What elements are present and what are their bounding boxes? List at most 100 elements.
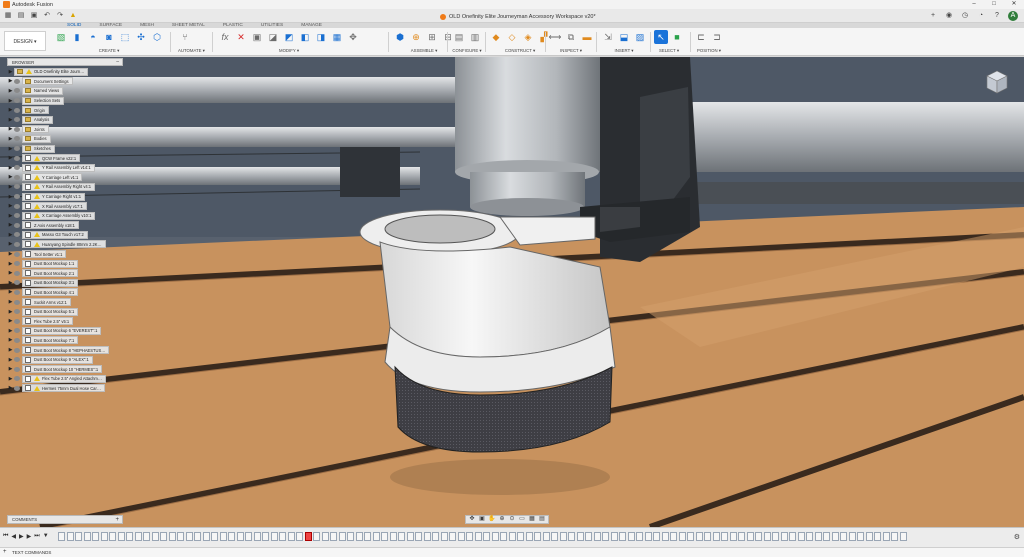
visibility-icon[interactable] <box>14 107 20 113</box>
timeline-settings-icon[interactable]: ⚙ <box>1014 533 1020 541</box>
visibility-icon[interactable] <box>14 357 20 363</box>
timeline-feature-icon[interactable] <box>670 532 677 541</box>
browser-item[interactable]: ▶ Hermes 75mm Dual Hose Car… <box>7 384 123 394</box>
help-icon[interactable]: ? <box>992 11 1002 21</box>
timeline-feature-icon[interactable] <box>194 532 201 541</box>
timeline-feature-icon[interactable] <box>848 532 856 541</box>
expand-arrow-icon[interactable]: ▶ <box>7 241 14 247</box>
timeline-feature-icon[interactable] <box>483 532 490 541</box>
warning-icon[interactable]: ▲ <box>68 11 78 21</box>
timeline-feature-icon[interactable] <box>517 532 524 541</box>
interference-icon[interactable]: ⧉ <box>564 30 578 44</box>
expand-arrow-icon[interactable]: ▶ <box>7 357 14 363</box>
timeline-feature-icon[interactable] <box>746 532 754 541</box>
timeline-feature-icon[interactable] <box>602 532 609 541</box>
timeline-feature-icon[interactable] <box>262 532 269 541</box>
zoom-icon[interactable]: ⊕ <box>498 516 506 523</box>
visibility-icon[interactable] <box>14 251 20 257</box>
timeline-feature-icon[interactable] <box>500 532 507 541</box>
insert-canvas-icon[interactable]: ▨ <box>633 30 647 44</box>
expand-arrow-icon[interactable]: ▶ <box>7 165 14 171</box>
visibility-icon[interactable] <box>14 165 20 171</box>
timeline-feature-icon[interactable] <box>58 532 65 541</box>
automate-menu[interactable]: AUTOMATE ▾ <box>178 48 205 54</box>
timeline-feature-icon[interactable] <box>440 532 448 541</box>
timeline-feature-icon[interactable] <box>899 532 907 541</box>
timeline-feature-icon[interactable] <box>321 532 329 541</box>
timeline-feature-icon[interactable] <box>66 532 74 541</box>
visibility-icon[interactable] <box>14 385 20 391</box>
browser-item[interactable]: ▶ X Carriage Assembly v10:1 <box>7 211 123 221</box>
timeline-feature-icon[interactable] <box>347 532 354 541</box>
timeline-feature-icon[interactable] <box>789 532 796 541</box>
visibility-icon[interactable] <box>14 328 20 334</box>
visibility-icon[interactable] <box>14 289 20 295</box>
timeline-feature-icon[interactable] <box>338 532 346 541</box>
visibility-icon[interactable] <box>14 136 20 142</box>
expand-arrow-icon[interactable]: ▶ <box>7 251 14 257</box>
browser-item[interactable]: ▶ Dust Boot Mockup 4:1 <box>7 288 123 298</box>
construct-menu[interactable]: CONSTRUCT ▾ <box>489 48 551 54</box>
position-menu[interactable]: POSITION ▾ <box>694 48 724 54</box>
browser-item[interactable]: ▶ Dust Boot Mockup 3:1 <box>7 278 123 288</box>
timeline-feature-icon[interactable] <box>491 532 499 541</box>
timeline-feature-icon[interactable] <box>245 532 252 541</box>
timeline-feature-icon[interactable] <box>653 532 660 541</box>
timeline-feature-icon[interactable] <box>177 532 184 541</box>
automate-icon[interactable]: ⑂ <box>178 30 192 44</box>
timeline-feature-icon[interactable] <box>508 532 516 541</box>
timeline-feature-icon[interactable] <box>457 532 465 541</box>
expand-arrow-icon[interactable]: ▶ <box>7 136 14 142</box>
browser-item[interactable]: ▶ Y Rail Assembly Right v4:1 <box>7 182 123 192</box>
browser-item[interactable]: ▶ Y Rail Assembly Left v14:1 <box>7 163 123 173</box>
browser-item[interactable]: ▶ Flex Tube 2.5" v5:1 <box>7 316 123 326</box>
timeline-feature-icon[interactable] <box>109 532 116 541</box>
expand-arrow-icon[interactable]: ▶ <box>7 78 14 84</box>
document-tab[interactable]: OLD Onefinity Elite Journeyman Accessory… <box>440 11 596 23</box>
expand-arrow-icon[interactable]: ▶ <box>7 366 14 372</box>
go-to-start-icon[interactable]: ⏮ <box>3 533 8 540</box>
timeline-feature-icon[interactable] <box>466 532 473 541</box>
timeline-feature-icon[interactable] <box>576 532 584 541</box>
timeline-feature-icon[interactable] <box>704 532 711 541</box>
browser-item[interactable]: ▶ QCW Frame v22:1 <box>7 153 123 163</box>
timeline-feature-icon[interactable] <box>806 532 813 541</box>
pan-icon[interactable]: ✋ <box>488 516 496 523</box>
timeline-feature-icon[interactable] <box>585 532 592 541</box>
browser-item[interactable]: ▶ Document Settings <box>7 77 123 87</box>
timeline-feature-icon[interactable] <box>406 532 414 541</box>
browser-item[interactable]: ▶ Huanyang Spindle 80mm 2.2K… <box>7 240 123 250</box>
close-icon[interactable]: ✕ <box>1004 0 1024 9</box>
timeline-feature-icon[interactable] <box>296 532 303 541</box>
visibility-icon[interactable] <box>14 318 20 324</box>
timeline-feature-icon[interactable] <box>415 532 422 541</box>
expand-arrow-icon[interactable]: ▶ <box>7 222 14 228</box>
timeline-feature-icon[interactable] <box>814 532 822 541</box>
data-panel-icon[interactable]: ▦ <box>3 11 13 21</box>
avatar[interactable]: A <box>1008 11 1018 21</box>
timeline-feature-icon[interactable] <box>134 532 142 541</box>
browser-item[interactable]: ▶ Analysis <box>7 115 123 125</box>
configure-menu[interactable]: CONFIGURE ▾ <box>452 48 482 54</box>
insert-menu[interactable]: INSERT ▾ <box>601 48 647 54</box>
step-forward-icon[interactable]: ▶ <box>27 533 32 540</box>
timeline-feature-icon[interactable] <box>92 532 99 541</box>
expand-arrow-icon[interactable]: ▶ <box>7 289 14 295</box>
visibility-icon[interactable] <box>14 222 20 228</box>
timeline-feature-icon[interactable] <box>313 532 320 541</box>
look-at-icon[interactable]: ▣ <box>478 516 486 523</box>
browser-item[interactable]: ▶ Dust Boot Mockup 7:1 <box>7 336 123 346</box>
timeline-feature-icon[interactable] <box>712 532 720 541</box>
timeline-feature-icon[interactable] <box>729 532 737 541</box>
inspect-menu[interactable]: INSPECT ▾ <box>548 48 594 54</box>
revert-position-icon[interactable]: ⊐ <box>710 30 724 44</box>
modify-menu[interactable]: MODIFY ▾ <box>218 48 360 54</box>
timeline-feature-icon[interactable] <box>738 532 745 541</box>
expand-arrow-icon[interactable]: ▶ <box>7 174 14 180</box>
timeline-feature-icon[interactable] <box>432 532 439 541</box>
expand-arrow-icon[interactable]: ▶ <box>7 385 14 391</box>
timeline-feature-icon[interactable] <box>763 532 771 541</box>
timeline-feature-icon[interactable] <box>364 532 371 541</box>
minimize-icon[interactable]: – <box>964 0 984 9</box>
delete-icon[interactable]: ✕ <box>234 30 248 44</box>
